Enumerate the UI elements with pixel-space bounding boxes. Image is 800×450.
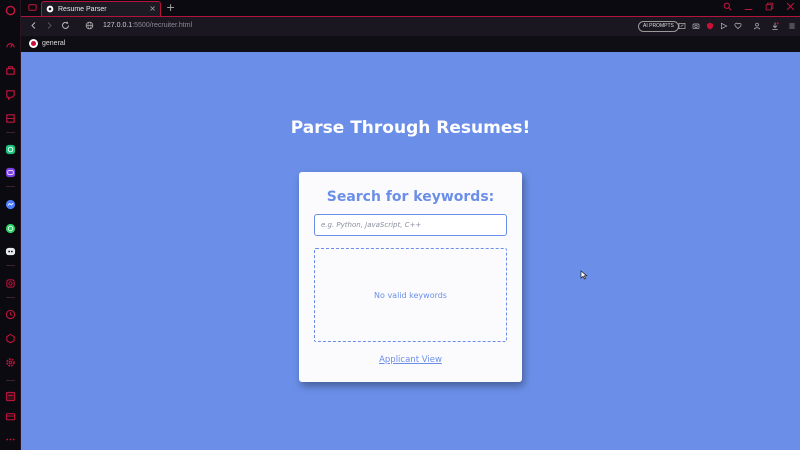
bookmarks-bar: general	[21, 36, 800, 52]
tab-title: Resume Parser	[58, 5, 107, 13]
results-area: No valid keywords	[314, 248, 507, 342]
url-field[interactable]: 127.0.0.1:5500/recruiter.html	[103, 22, 192, 29]
bookmark-favicon-icon	[29, 39, 38, 48]
instagram-icon[interactable]	[5, 278, 16, 289]
search-tabs-icon[interactable]	[723, 2, 732, 14]
camera-icon[interactable]	[692, 22, 700, 30]
shopping-icon[interactable]	[5, 65, 16, 76]
close-window-icon[interactable]	[786, 2, 795, 14]
back-icon[interactable]	[29, 21, 38, 33]
url-host: 127.0.0.1	[103, 22, 133, 29]
more-icon[interactable]	[5, 434, 16, 445]
settings-icon[interactable]	[5, 357, 16, 368]
card-title: Search for keywords:	[326, 189, 495, 205]
new-tab-button[interactable]: +	[166, 1, 175, 14]
tab-islands-icon[interactable]	[27, 2, 38, 13]
globe-favicon-icon	[46, 5, 54, 13]
messenger-icon[interactable]	[5, 199, 16, 210]
wallet-icon[interactable]	[5, 411, 16, 422]
ai-prompts-button[interactable]: AI PROMPTS	[638, 21, 679, 32]
extensions-icon[interactable]	[5, 333, 16, 344]
reload-icon[interactable]	[61, 21, 70, 33]
heart-icon[interactable]	[734, 22, 742, 30]
search-card: Search for keywords: No valid keywords A…	[299, 172, 522, 382]
bookmark-label: general	[42, 40, 66, 47]
adblock-icon[interactable]	[706, 22, 714, 30]
downloads-icon[interactable]	[771, 22, 779, 30]
profile-icon[interactable]	[753, 22, 761, 30]
site-info-globe-icon[interactable]	[85, 21, 94, 33]
browser-sidebar	[0, 0, 21, 450]
page-content: Parse Through Resumes! Search for keywor…	[21, 52, 800, 450]
opera-logo-icon[interactable]	[5, 5, 16, 16]
workspaces-icon[interactable]	[5, 391, 16, 402]
games-icon[interactable]	[5, 113, 16, 124]
discord-icon[interactable]	[5, 246, 16, 257]
snapshot-icon[interactable]	[678, 22, 686, 30]
tab-resume-parser[interactable]: Resume Parser ×	[41, 1, 161, 16]
url-path: :5500/recruiter.html	[132, 22, 193, 29]
twitch-icon[interactable]	[5, 89, 16, 100]
chatsonic-icon[interactable]	[5, 167, 16, 178]
keyword-search-input[interactable]	[314, 214, 507, 236]
speed-dial-icon[interactable]	[5, 40, 16, 51]
mouse-cursor-icon	[580, 265, 588, 284]
bookmark-general[interactable]: general	[29, 39, 65, 48]
tab-strip: Resume Parser × +	[21, 0, 800, 16]
send-icon[interactable]	[720, 22, 728, 30]
applicant-view-link[interactable]: Applicant View	[299, 355, 522, 365]
forward-icon[interactable]	[45, 21, 54, 33]
history-icon[interactable]	[5, 309, 16, 320]
chatgpt-icon[interactable]	[5, 144, 16, 155]
menu-icon[interactable]	[788, 22, 796, 30]
empty-results-message: No valid keywords	[374, 290, 447, 300]
tab-close-icon[interactable]: ×	[149, 5, 156, 13]
page-title: Parse Through Resumes!	[290, 118, 531, 138]
restore-icon[interactable]	[765, 2, 774, 14]
minimize-icon[interactable]	[744, 2, 753, 14]
address-bar: 127.0.0.1:5500/recruiter.html AI PROMPTS	[21, 16, 800, 36]
whatsapp-icon[interactable]	[5, 223, 16, 234]
